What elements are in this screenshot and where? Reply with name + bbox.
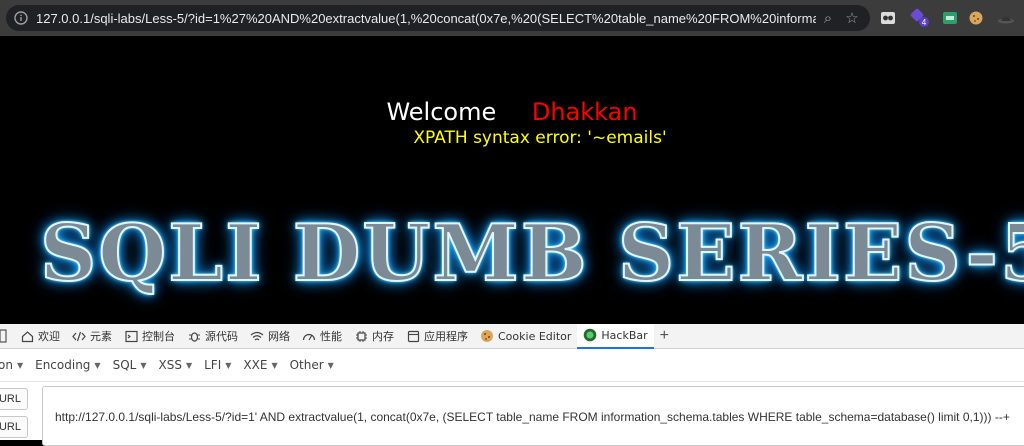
menu-label: Encoding [35,358,91,372]
cookie-icon [480,329,494,343]
tab-cookie-editor[interactable]: Cookie Editor [474,324,577,349]
tab-sources[interactable]: 源代码 [181,324,244,349]
caret-down-icon: ▼ [94,360,101,370]
caret-down-icon: ▼ [140,360,147,370]
caret-down-icon: ▼ [271,360,278,370]
url-text[interactable]: 127.0.0.1/sqli-labs/Less-5/?id=1%27%20AN… [36,11,816,26]
hackbar-body: URL URL http://127.0.0.1/sqli-labs/Less-… [0,382,1024,446]
devtools-tab-strip: 欢迎 元素 控制台 源代码 网络 性能 内存 应用程序 Cookie Edito… [0,323,1024,349]
bug-icon [187,329,201,343]
browser-toolbar: 127.0.0.1/sqli-labs/Less-5/?id=1%27%20AN… [0,0,1024,36]
add-tab-icon[interactable]: + [654,327,675,345]
tab-label: 元素 [90,330,112,343]
menu-xxe[interactable]: XXE ▼ [243,358,277,372]
tab-label: HackBar [601,328,648,342]
tab-memory[interactable]: 内存 [348,324,400,349]
tab-label: 控制台 [142,330,175,343]
xpath-error-message: XPATH syntax error: '~emails' [413,128,667,148]
extension-5-icon[interactable] [996,8,1016,28]
extension-3-icon[interactable] [940,8,960,28]
tab-application[interactable]: 应用程序 [400,324,474,349]
menu-other[interactable]: Other ▼ [290,358,334,372]
code-icon [72,329,86,343]
memory-icon [354,329,368,343]
menu-xss[interactable]: XSS ▼ [158,358,192,372]
wifi-icon [250,329,264,343]
hackbar-menu: on ▼ Encoding ▼ SQL ▼ XSS ▼ LFI ▼ XXE ▼ Other ▼ [0,349,1024,382]
tab-performance[interactable]: 性能 [296,324,348,349]
site-info-icon[interactable] [12,9,30,27]
devtools-panel-icon[interactable] [0,324,14,349]
menu-encoding[interactable]: Encoding ▼ [35,358,100,372]
tab-label: 应用程序 [424,330,468,343]
caret-down-icon: ▼ [16,360,24,370]
tab-network[interactable]: 网络 [244,324,296,349]
hackbar-icon [583,328,597,342]
load-url-button[interactable]: URL [0,388,28,410]
caret-down-icon: ▼ [185,360,193,370]
home-icon [20,329,34,343]
address-bar[interactable]: 127.0.0.1/sqli-labs/Less-5/?id=1%27%20AN… [6,5,870,31]
menu-label: LFI [204,358,222,372]
menu-lfi[interactable]: LFI ▼ [204,358,231,372]
menu-label: Other [289,358,324,372]
menu-label: XSS [158,358,182,372]
tab-label: Cookie Editor [498,329,572,343]
cookie-extension-icon[interactable] [966,8,986,28]
tab-hackbar[interactable]: HackBar [577,323,654,349]
tab-label: 内存 [372,330,394,343]
sqli-dumb-series-banner: SQLI DUMB SERIES-5 [39,207,1024,300]
extension-1-icon[interactable] [878,8,898,28]
zoom-icon[interactable]: ⌕ [816,10,840,27]
tab-label: 源代码 [205,330,238,343]
menu-options[interactable]: on ▼ [0,358,23,372]
tab-label: 欢迎 [38,330,60,343]
menu-label: XXE [243,358,268,372]
hackbar-url-value[interactable]: http://127.0.0.1/sqli-labs/Less-5/?id=1'… [55,410,1010,424]
page-viewport: Welcome Dhakkan XPATH syntax error: '~em… [0,36,1024,324]
tab-label: 性能 [320,330,342,343]
caret-down-icon: ▼ [327,360,334,370]
user-name: Dhakkan [531,98,638,126]
welcome-text: Welcome [386,98,497,126]
menu-label: on [0,358,13,372]
menu-sql[interactable]: SQL ▼ [113,358,147,372]
console-icon [124,329,138,343]
welcome-line: Welcome Dhakkan [0,98,1024,126]
extension-2-icon[interactable]: 4 [910,8,930,28]
hackbar-url-textarea[interactable]: http://127.0.0.1/sqli-labs/Less-5/?id=1'… [42,386,1024,446]
menu-label: SQL [112,358,137,372]
gauge-icon [302,329,316,343]
bookmark-star-icon[interactable]: ☆ [840,9,864,27]
tab-label: 网络 [268,330,290,343]
app-icon [406,329,420,343]
tab-elements[interactable]: 元素 [66,324,118,349]
tab-console[interactable]: 控制台 [118,324,181,349]
caret-down-icon: ▼ [225,360,232,370]
tab-welcome[interactable]: 欢迎 [14,324,66,349]
split-url-button[interactable]: URL [0,416,28,438]
svg-text:4: 4 [922,18,927,27]
